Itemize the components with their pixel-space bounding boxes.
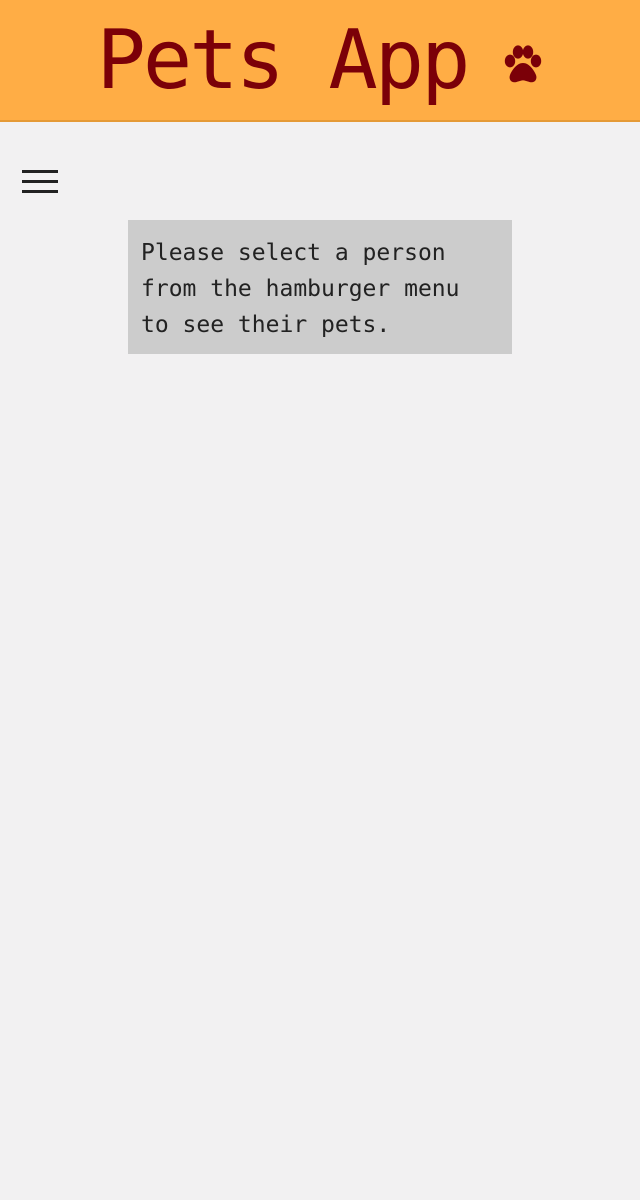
select-person-message: Please select a person from the hamburge… xyxy=(128,220,512,354)
app-title-text: Pets App xyxy=(96,13,471,108)
hamburger-line xyxy=(22,190,58,193)
paw-icon xyxy=(505,45,542,83)
hamburger-line xyxy=(22,180,58,183)
app-header: Pets App xyxy=(0,0,640,122)
hamburger-menu-button[interactable] xyxy=(22,168,58,196)
app-title: Pets App xyxy=(97,20,546,102)
hamburger-line xyxy=(22,170,58,173)
pets-app-page: Pets App Please select a person from the… xyxy=(0,0,640,1200)
